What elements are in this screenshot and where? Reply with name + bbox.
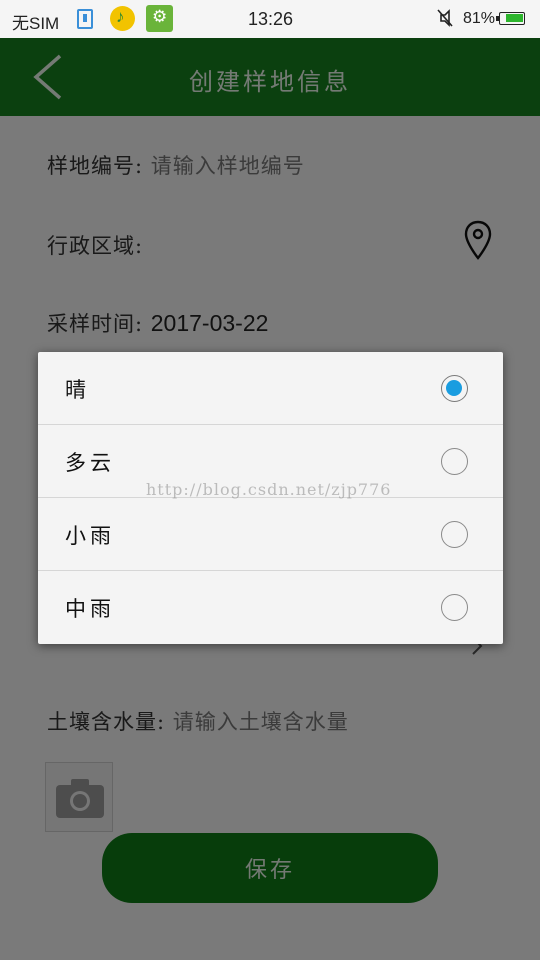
watermark: http://blog.csdn.net/zjp776	[146, 480, 392, 499]
battery-fill	[506, 14, 523, 22]
radio-button[interactable]	[441, 594, 468, 621]
weather-option-moderate-rain[interactable]: 中雨	[38, 571, 503, 644]
music-app-icon	[110, 6, 135, 31]
radio-button-checked[interactable]	[441, 375, 468, 402]
option-label: 中雨	[65, 597, 115, 621]
option-label: 小雨	[65, 524, 115, 548]
battery-percent: 81%	[463, 10, 496, 27]
mute-icon	[437, 9, 453, 27]
weather-option-light-rain[interactable]: 小雨	[38, 498, 503, 571]
usb-icon	[77, 9, 93, 29]
option-label: 晴	[65, 378, 90, 402]
radio-button[interactable]	[441, 448, 468, 475]
status-bar: 无SIM 13:26 81%	[0, 0, 540, 38]
weather-option-sunny[interactable]: 晴	[38, 352, 503, 425]
carrier-label: 无SIM	[12, 14, 60, 33]
radio-button[interactable]	[441, 521, 468, 548]
usb-debug-icon	[146, 5, 173, 32]
clock: 13:26	[248, 9, 294, 29]
battery-icon	[496, 12, 525, 25]
option-label: 多云	[65, 451, 115, 475]
